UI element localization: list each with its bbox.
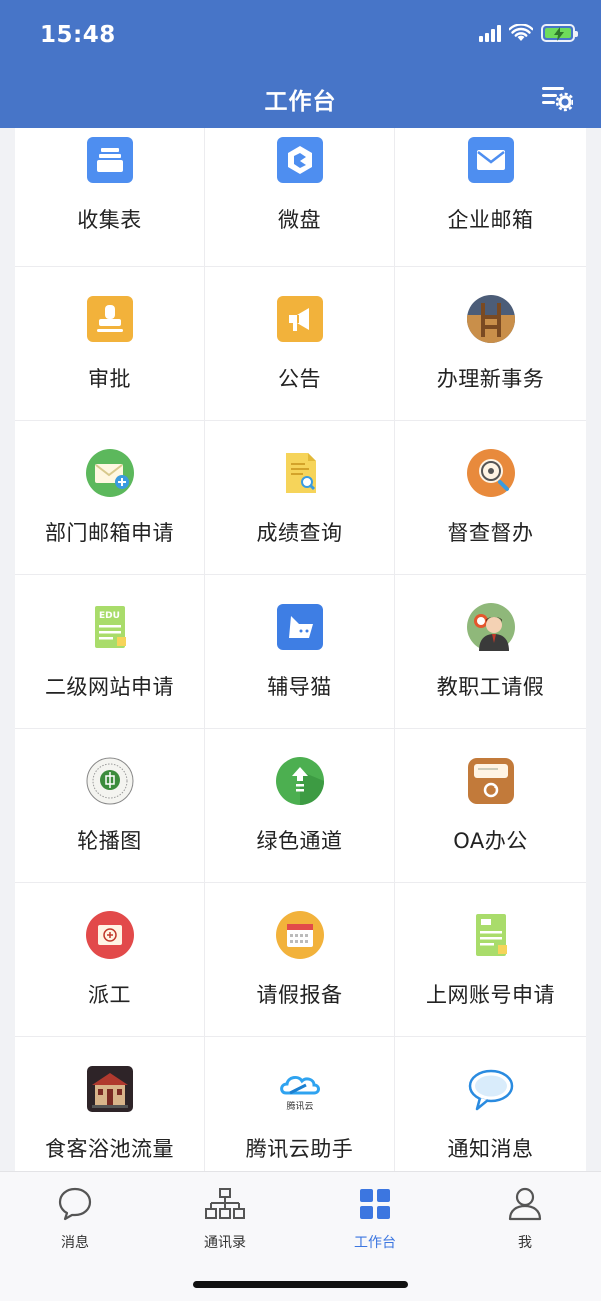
oa-office-icon [467, 757, 515, 805]
app-staff-leave[interactable]: 教职工请假 [395, 575, 586, 729]
tencent-cloud-icon-text: 腾讯云 [286, 1100, 313, 1112]
app-label: 绿色通道 [256, 828, 343, 853]
mail-icon [467, 136, 515, 184]
app-label: 成绩查询 [256, 520, 343, 545]
app-dispatch[interactable]: 派工 [15, 883, 205, 1037]
page-title: 工作台 [264, 89, 337, 115]
app-carousel[interactable]: 轮播图 [15, 729, 205, 883]
app-corporate-mail[interactable]: 企业邮箱 [395, 128, 586, 267]
app-label: 收集表 [77, 208, 142, 232]
app-label: 微盘 [278, 208, 321, 232]
app-approval[interactable]: 审批 [15, 267, 205, 421]
app-label: 企业邮箱 [447, 208, 534, 232]
app-announcement[interactable]: 公告 [205, 267, 395, 421]
battery-icon [541, 24, 578, 42]
svg-text:EDU: EDU [99, 611, 120, 621]
tab-messages[interactable]: 消息 [15, 1186, 135, 1252]
department-mail-icon [85, 448, 134, 497]
app-leave-report[interactable]: 请假报备 [205, 883, 395, 1037]
app-supervision[interactable]: 督查督办 [395, 421, 586, 575]
app-label: 办理新事务 [436, 366, 545, 391]
app-label: 督查督办 [447, 520, 534, 545]
app-canteen-bath-traffic[interactable]: 食客浴池流量 [15, 1037, 205, 1171]
cellular-signal-icon [479, 24, 501, 42]
app-label: 教职工请假 [436, 674, 545, 699]
app-label: 轮播图 [77, 828, 142, 853]
app-collection-form[interactable]: 收集表 [15, 128, 205, 267]
announcement-icon [276, 295, 324, 343]
app-label: 公告 [278, 366, 321, 391]
app-internet-account[interactable]: 上网账号申请 [395, 883, 586, 1037]
app-notifications[interactable]: 通知消息 [395, 1037, 586, 1171]
app-label: 辅导猫 [267, 674, 332, 699]
app-tutor-cat[interactable]: 辅导猫 [205, 575, 395, 729]
microdisk-icon [276, 136, 324, 184]
app-tencent-cloud[interactable]: 腾讯云 腾讯云助手 [205, 1037, 395, 1171]
app-oa-office[interactable]: OA办公 [395, 729, 586, 883]
tab-label: 通讯录 [204, 1235, 246, 1251]
app-label: 部门邮箱申请 [45, 520, 174, 545]
school-seal-icon [86, 757, 134, 805]
tab-workbench[interactable]: 工作台 [315, 1186, 435, 1252]
tab-label: 工作台 [354, 1235, 396, 1251]
app-label: 审批 [88, 366, 131, 391]
app-department-mail[interactable]: 部门邮箱申请 [15, 421, 205, 575]
app-green-channel[interactable]: 绿色通道 [205, 729, 395, 883]
edu-document-icon: EDU [86, 603, 134, 651]
app-label: 通知消息 [447, 1136, 534, 1161]
tutor-cat-icon [276, 603, 324, 651]
grade-query-icon [276, 449, 324, 497]
home-indicator[interactable] [193, 1281, 408, 1288]
org-chart-icon [205, 1188, 245, 1219]
status-icons [479, 24, 578, 42]
wifi-icon [509, 24, 533, 41]
leave-calendar-icon [275, 910, 324, 959]
collection-form-icon [86, 136, 134, 184]
green-channel-icon [275, 756, 324, 805]
supervision-icon [466, 448, 515, 497]
tab-me[interactable]: 我 [465, 1186, 585, 1252]
tab-label: 消息 [61, 1235, 89, 1251]
app-new-affairs[interactable]: 办理新事务 [395, 267, 586, 421]
app-secondary-website[interactable]: EDU 二级网站申请 [15, 575, 205, 729]
user-icon [508, 1187, 542, 1221]
grid-apps-icon [360, 1189, 390, 1219]
app-label: 上网账号申请 [426, 982, 555, 1007]
settings-button[interactable] [541, 82, 575, 112]
tab-contacts[interactable]: 通讯录 [165, 1186, 285, 1252]
app-grid: 收集表 微盘 企业邮箱 审批 公告 办理新事务 部门邮箱申请 成绩查询 督查督办… [15, 128, 586, 1171]
new-affairs-icon [466, 294, 515, 343]
app-label: 请假报备 [256, 982, 343, 1007]
app-label: 派工 [88, 982, 131, 1007]
tencent-cloud-icon: 腾讯云 [276, 1065, 324, 1113]
app-label: 二级网站申请 [45, 674, 174, 699]
app-grade-query[interactable]: 成绩查询 [205, 421, 395, 575]
list-settings-icon [542, 87, 575, 112]
app-label: 食客浴池流量 [45, 1136, 174, 1161]
app-microdisk[interactable]: 微盘 [205, 128, 395, 267]
app-grid-scroll[interactable]: 收集表 微盘 企业邮箱 审批 公告 办理新事务 部门邮箱申请 成绩查询 督查督办… [15, 128, 586, 1171]
canteen-building-icon [86, 1065, 134, 1113]
approval-stamp-icon [86, 295, 134, 343]
tab-label: 我 [518, 1235, 532, 1251]
app-label: 腾讯云助手 [245, 1136, 354, 1161]
header-bar: 15:48 工作台 [0, 0, 601, 128]
app-label: OA办公 [453, 828, 528, 853]
status-time: 15:48 [40, 22, 116, 48]
dispatch-icon [85, 910, 134, 959]
chat-bubble-icon [467, 1065, 515, 1113]
internet-account-icon [467, 911, 515, 959]
staff-leave-icon [466, 602, 515, 651]
message-icon [58, 1187, 92, 1221]
